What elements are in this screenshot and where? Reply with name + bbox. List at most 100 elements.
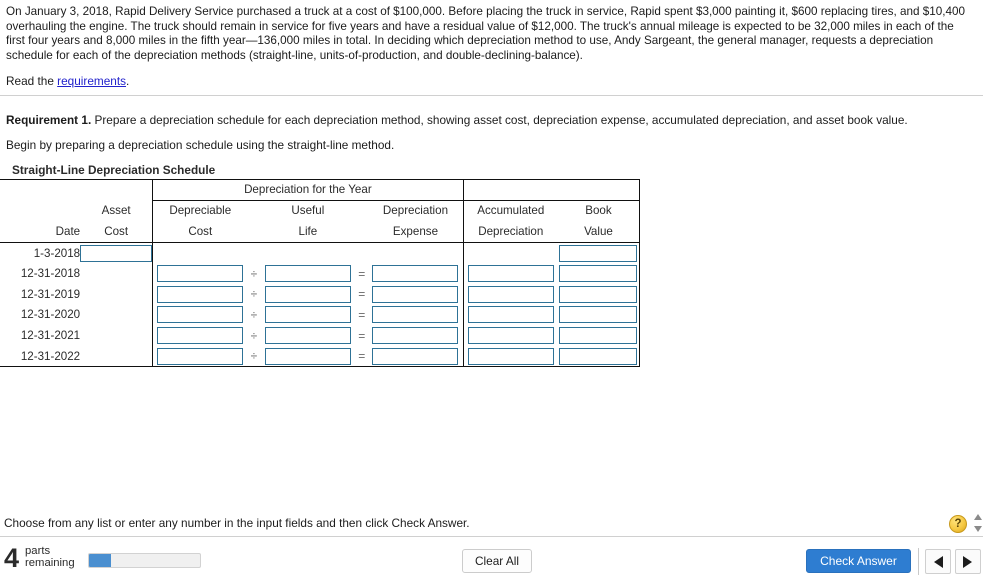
input-asset-cost-2018[interactable] bbox=[80, 244, 153, 262]
cell-book-value bbox=[557, 325, 640, 346]
operator-divide: ÷ bbox=[250, 266, 258, 281]
check-answer-button[interactable]: Check Answer bbox=[806, 549, 911, 573]
operator-equals: = bbox=[355, 345, 369, 368]
cell-accumulated-depreciation bbox=[463, 345, 558, 368]
parts-remaining-count: 4 bbox=[4, 543, 20, 573]
input-useful-life-2019[interactable] bbox=[264, 285, 351, 303]
operator-divide: ÷ bbox=[250, 307, 258, 322]
row-date: 12-31-2021 bbox=[20, 329, 81, 343]
cell-depreciable-cost bbox=[152, 325, 248, 346]
cell-depreciation-expense bbox=[368, 242, 464, 264]
input-accumulated-depreciation-2021[interactable] bbox=[467, 327, 554, 345]
table-row: 12-31-2019 ÷ = bbox=[0, 283, 640, 305]
operator-equals: = bbox=[358, 328, 366, 343]
progress-bar-fill bbox=[89, 554, 112, 567]
cell-accumulated-depreciation bbox=[463, 284, 558, 305]
help-icon[interactable]: ? bbox=[949, 515, 967, 533]
cell-book-value bbox=[557, 242, 640, 264]
cell-useful-life bbox=[260, 325, 355, 346]
input-depreciation-expense-2019[interactable] bbox=[372, 285, 459, 303]
parts-label-line2: remaining bbox=[25, 556, 75, 569]
cell-accumulated-depreciation bbox=[463, 243, 558, 264]
read-requirements-line: Read the requirements. bbox=[6, 74, 129, 88]
cell-useful-life bbox=[260, 305, 355, 326]
scroll-updown-icon[interactable] bbox=[973, 512, 983, 536]
depreciation-schedule-table: Depreciation for the Year Asset Deprecia… bbox=[0, 179, 641, 368]
input-book-value-2019[interactable] bbox=[559, 285, 638, 303]
input-book-value-2020[interactable] bbox=[559, 306, 638, 324]
input-depreciable-cost-2022[interactable] bbox=[157, 347, 244, 365]
input-depreciable-cost-2019[interactable] bbox=[157, 285, 244, 303]
group-header-blank-left bbox=[0, 179, 153, 201]
row-date: 1-3-2018 bbox=[33, 246, 81, 260]
operator-divide: ÷ bbox=[247, 345, 261, 368]
read-prefix-text: Read the bbox=[6, 74, 58, 88]
header-depreciable-line1: Depreciable bbox=[152, 200, 248, 221]
header-op-blank-3 bbox=[247, 221, 261, 243]
cell-depreciation-expense bbox=[368, 325, 464, 346]
table-row: 12-31-2021 ÷ = bbox=[0, 325, 640, 346]
previous-part-button[interactable] bbox=[925, 549, 951, 574]
clear-all-button[interactable]: Clear All bbox=[462, 549, 532, 573]
requirements-link[interactable]: requirements bbox=[57, 74, 126, 88]
read-suffix-text: . bbox=[126, 74, 130, 88]
input-depreciation-expense-2020[interactable] bbox=[372, 306, 459, 324]
parts-label-line1: parts bbox=[25, 545, 51, 557]
header-asset-line2: Cost bbox=[80, 221, 153, 243]
table-header-row-1: Asset Depreciable Useful Depreciation Ac… bbox=[0, 200, 640, 222]
input-depreciation-expense-2018[interactable] bbox=[372, 265, 459, 283]
header-book-line1: Book bbox=[557, 200, 640, 221]
header-date-line2: Date bbox=[0, 221, 81, 243]
group-header-depreciation-for-year: Depreciation for the Year bbox=[152, 179, 464, 201]
input-accumulated-depreciation-2020[interactable] bbox=[467, 306, 554, 324]
input-accumulated-depreciation-2019[interactable] bbox=[467, 285, 554, 303]
input-accumulated-depreciation-2018[interactable] bbox=[467, 265, 554, 283]
input-accumulated-depreciation-2022[interactable] bbox=[467, 347, 554, 365]
input-useful-life-2021[interactable] bbox=[264, 327, 351, 345]
arrow-right-icon bbox=[963, 556, 972, 568]
table-row: 12-31-2020 ÷ = bbox=[0, 304, 640, 326]
header-expense-line1: Depreciation bbox=[368, 200, 464, 221]
input-book-value-2018-initial[interactable] bbox=[559, 244, 638, 262]
header-depreciable-line2: Cost bbox=[152, 221, 248, 243]
header-date-line1 bbox=[0, 201, 80, 222]
cell-book-value bbox=[557, 283, 640, 305]
input-depreciable-cost-2020[interactable] bbox=[157, 306, 244, 324]
input-useful-life-2020[interactable] bbox=[264, 306, 351, 324]
footer-instruction: Choose from any list or enter any number… bbox=[4, 516, 470, 530]
input-depreciation-expense-2022[interactable] bbox=[372, 347, 459, 365]
row-date: 12-31-2018 bbox=[20, 267, 81, 281]
input-book-value-2018[interactable] bbox=[559, 265, 638, 283]
row-date: 12-31-2020 bbox=[20, 308, 81, 322]
input-useful-life-2018[interactable] bbox=[264, 265, 351, 283]
header-op-blank-1 bbox=[247, 200, 261, 221]
caret-down-icon bbox=[974, 526, 982, 532]
input-depreciable-cost-2018[interactable] bbox=[157, 265, 244, 283]
cell-depreciable-cost bbox=[152, 283, 248, 305]
cell-asset-cost bbox=[80, 325, 153, 346]
cell-depreciable-cost bbox=[152, 242, 248, 264]
caret-up-icon bbox=[974, 514, 982, 520]
arrow-left-icon bbox=[934, 556, 943, 568]
cell-depreciation-expense bbox=[368, 263, 464, 284]
cell-accumulated-depreciation bbox=[463, 325, 558, 346]
group-header-blank-right bbox=[463, 179, 641, 201]
divider-top bbox=[0, 95, 983, 96]
cell-asset-cost bbox=[80, 345, 153, 368]
next-part-button[interactable] bbox=[955, 549, 981, 574]
input-useful-life-2022[interactable] bbox=[264, 347, 351, 365]
operator-equals: = bbox=[358, 287, 366, 302]
operator-equals: = bbox=[358, 266, 366, 281]
divider-bottom bbox=[0, 536, 983, 537]
cell-useful-life bbox=[260, 345, 356, 368]
input-book-value-2021[interactable] bbox=[559, 327, 638, 345]
input-depreciable-cost-2021[interactable] bbox=[157, 327, 244, 345]
row-date: 12-31-2022 bbox=[0, 345, 81, 368]
cell-depreciation-expense bbox=[368, 345, 464, 368]
cell-operator-divide bbox=[247, 243, 260, 264]
input-depreciation-expense-2021[interactable] bbox=[372, 327, 459, 345]
operator-equals: = bbox=[358, 307, 366, 322]
input-book-value-2022[interactable] bbox=[559, 347, 638, 365]
table-group-header-row: Depreciation for the Year bbox=[0, 179, 641, 201]
requirement-text: Prepare a depreciation schedule for each… bbox=[91, 113, 908, 127]
